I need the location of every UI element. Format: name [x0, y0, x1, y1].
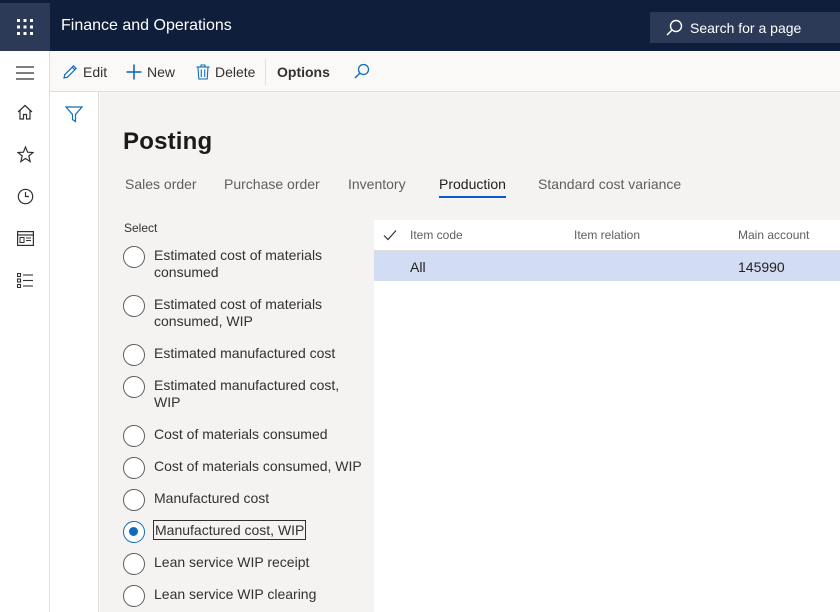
radio-option[interactable]: Lean service WIP clearing — [123, 584, 359, 607]
main-content: Posting Sales order Purchase order Inven… — [100, 92, 840, 612]
app-launcher-button[interactable] — [0, 3, 50, 51]
hamburger-icon — [16, 66, 34, 80]
radio-option-selected[interactable]: Manufactured cost, WIP — [123, 520, 306, 543]
radio-label: Cost of materials consumed, WIP — [154, 456, 369, 475]
pencil-icon — [62, 64, 78, 80]
radio-button[interactable] — [123, 376, 145, 398]
filter-button[interactable] — [64, 104, 84, 124]
radio-button[interactable] — [123, 457, 145, 479]
list-icon — [17, 273, 33, 288]
search-icon — [664, 18, 684, 38]
radio-option[interactable]: Manufactured cost — [123, 488, 359, 511]
radio-label: Estimated cost of materials consumed, WI… — [154, 294, 359, 330]
select-label: Select — [124, 221, 157, 235]
page-title: Posting — [123, 128, 212, 156]
search-input[interactable]: Search for a page — [650, 12, 840, 43]
top-bar: Finance and Operations Search for a page — [0, 0, 840, 51]
waffle-icon — [17, 19, 33, 35]
cell-main-account[interactable]: 145990 — [738, 259, 785, 275]
tab-sales-order[interactable]: Sales order — [125, 176, 197, 202]
cell-item-code[interactable]: All — [410, 259, 426, 275]
radio-label: Estimated cost of materials consumed — [154, 245, 359, 281]
radio-label: Estimated manufactured cost — [154, 343, 359, 362]
column-header-item-relation[interactable]: Item relation — [574, 228, 640, 242]
nav-favorites-button[interactable] — [0, 136, 50, 172]
radio-label: Cost of materials consumed — [154, 424, 359, 443]
delete-button[interactable]: Delete — [196, 51, 255, 92]
radio-option[interactable]: Cost of materials consumed — [123, 424, 359, 447]
app-title: Finance and Operations — [61, 17, 232, 35]
filter-pane — [50, 92, 99, 612]
radio-label: Lean service WIP receipt — [154, 552, 359, 571]
radio-button-checked[interactable] — [123, 521, 145, 543]
delete-label: Delete — [215, 64, 255, 80]
column-header-main-account[interactable]: Main account — [738, 228, 809, 242]
grid-header: Item code Item relation Main account — [374, 220, 840, 251]
radio-button[interactable] — [123, 553, 145, 575]
tab-purchase-order[interactable]: Purchase order — [224, 176, 320, 202]
new-label: New — [147, 64, 175, 80]
nav-workspaces-button[interactable] — [0, 220, 50, 256]
radio-option[interactable]: Estimated cost of materials consumed — [123, 245, 359, 281]
filter-icon — [65, 106, 83, 123]
radio-label: Manufactured cost — [154, 488, 359, 507]
action-separator — [265, 59, 266, 85]
new-button[interactable]: New — [126, 51, 175, 92]
radio-option[interactable]: Estimated manufactured cost, WIP — [123, 375, 359, 411]
nav-modules-button[interactable] — [0, 262, 50, 298]
tab-inventory[interactable]: Inventory — [348, 176, 406, 202]
select-all-check-icon[interactable] — [383, 228, 397, 244]
radio-option[interactable]: Cost of materials consumed, WIP — [123, 456, 369, 479]
radio-label: Lean service WIP clearing — [154, 584, 359, 603]
radio-label: Estimated manufactured cost, WIP — [154, 375, 359, 411]
tab-production-label: Production — [439, 176, 506, 192]
radio-option[interactable]: Estimated manufactured cost — [123, 343, 359, 366]
nav-home-button[interactable] — [0, 94, 50, 130]
left-nav — [0, 51, 50, 612]
radio-option[interactable]: Lean service WIP receipt — [123, 552, 359, 575]
radio-button[interactable] — [123, 246, 145, 268]
options-label: Options — [277, 64, 330, 80]
action-pane: Edit New Delete Options — [50, 51, 840, 92]
search-placeholder: Search for a page — [690, 20, 801, 36]
workspace-icon — [17, 231, 34, 246]
trash-icon — [196, 64, 210, 80]
radio-button[interactable] — [123, 585, 145, 607]
nav-menu-button[interactable] — [0, 55, 50, 91]
tab-production[interactable]: Production — [439, 176, 506, 202]
clock-icon — [17, 188, 34, 205]
search-icon — [353, 63, 370, 80]
action-search-button[interactable] — [353, 51, 375, 92]
radio-option[interactable]: Estimated cost of materials consumed, WI… — [123, 294, 359, 330]
posting-grid: Item code Item relation Main account All… — [374, 220, 840, 612]
edit-label: Edit — [83, 64, 107, 80]
radio-label: Manufactured cost, WIP — [153, 520, 306, 540]
nav-recent-button[interactable] — [0, 178, 50, 214]
tab-standard-cost-variance[interactable]: Standard cost variance — [538, 176, 681, 202]
radio-button[interactable] — [123, 489, 145, 511]
radio-button[interactable] — [123, 295, 145, 317]
radio-button[interactable] — [123, 344, 145, 366]
plus-icon — [126, 64, 142, 80]
radio-button[interactable] — [123, 425, 145, 447]
table-row[interactable]: All 145990 — [374, 251, 840, 281]
column-header-item-code[interactable]: Item code — [410, 228, 463, 242]
star-icon — [17, 146, 34, 163]
edit-button[interactable]: Edit — [62, 51, 107, 92]
options-button[interactable]: Options — [277, 51, 330, 92]
active-tab-indicator — [439, 196, 506, 198]
home-icon — [17, 104, 33, 120]
